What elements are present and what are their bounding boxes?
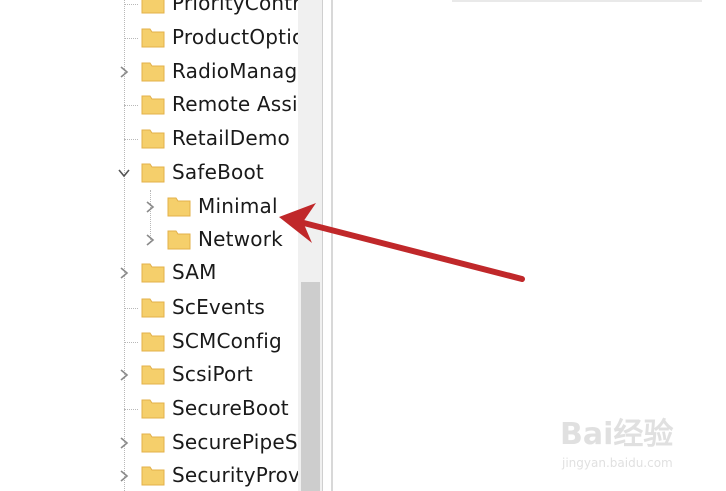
tree-item-label: RetailDemo xyxy=(172,126,290,150)
tree-item-label: Remote Assistance xyxy=(172,92,298,116)
tree-item-safeboot[interactable]: SafeBoot xyxy=(0,156,298,190)
values-pane-header-edge xyxy=(452,0,702,2)
pane-divider[interactable] xyxy=(322,0,323,491)
tree-item-retaildemo[interactable]: RetailDemo xyxy=(0,122,298,156)
watermark-url: jingyan.baidu.com xyxy=(562,456,673,470)
tree-item-label: SecurityProviders xyxy=(172,463,298,487)
tree-item-label: ProductOptions xyxy=(172,25,298,49)
tree-item-label: PriorityControl xyxy=(172,0,298,15)
chevron-right-icon[interactable] xyxy=(117,436,131,450)
tree-guide-branch xyxy=(124,342,138,343)
chevron-right-icon[interactable] xyxy=(117,65,131,79)
tree-guide-branch xyxy=(124,38,138,39)
tree-item-secureboot[interactable]: SecureBoot xyxy=(0,392,298,426)
tree-item-label: SCMConfig xyxy=(172,329,282,353)
folder-icon xyxy=(141,332,165,352)
tree-guide-branch xyxy=(124,139,138,140)
folder-icon xyxy=(167,197,191,217)
tree-item-label: RadioManagement xyxy=(172,59,298,83)
tree-item-remote-assistance[interactable]: Remote Assistance xyxy=(0,88,298,122)
watermark-logo: Bai经验 xyxy=(560,417,674,452)
tree-item-label: SafeBoot xyxy=(172,160,264,184)
tree-item-label: SecureBoot xyxy=(172,396,289,420)
tree-item-network[interactable]: Network xyxy=(0,223,298,257)
registry-tree: PriorityControl ProductOptions RadioMana… xyxy=(0,0,298,491)
pane-divider-border xyxy=(331,0,333,491)
tree-guide-branch xyxy=(124,4,138,5)
folder-icon xyxy=(167,230,191,250)
tree-item-scevents[interactable]: ScEvents xyxy=(0,291,298,325)
tree-item-securepipeservers[interactable]: SecurePipeServers xyxy=(0,426,298,460)
tree-item-label: ScsiPort xyxy=(172,362,253,386)
tree-item-scmconfig[interactable]: SCMConfig xyxy=(0,325,298,359)
folder-icon xyxy=(141,399,165,419)
tree-item-scsiport[interactable]: ScsiPort xyxy=(0,358,298,392)
folder-icon xyxy=(141,263,165,283)
tree-guide-branch xyxy=(124,308,138,309)
tree-item-label: ScEvents xyxy=(172,295,266,319)
chevron-right-icon[interactable] xyxy=(117,469,131,483)
folder-icon xyxy=(141,129,165,149)
tree-item-label: SecurePipeServers xyxy=(172,430,298,454)
folder-icon xyxy=(141,433,165,453)
folder-icon xyxy=(141,95,165,115)
folder-icon xyxy=(141,0,165,14)
folder-icon xyxy=(141,163,165,183)
tree-item-minimal[interactable]: Minimal xyxy=(0,190,298,224)
tree-item-label: Network xyxy=(198,227,283,251)
chevron-down-icon[interactable] xyxy=(117,166,131,180)
tree-item-radiomanagement[interactable]: RadioManagement xyxy=(0,55,298,89)
chevron-right-icon[interactable] xyxy=(117,368,131,382)
tree-item-label: SAM xyxy=(172,260,217,284)
folder-icon xyxy=(141,298,165,318)
tree-guide-branch xyxy=(124,409,138,410)
folder-icon xyxy=(141,28,165,48)
tree-item-label: Minimal xyxy=(198,194,278,218)
tree-item-securityproviders[interactable]: SecurityProviders xyxy=(0,459,298,491)
tree-guide-branch xyxy=(124,105,138,106)
chevron-right-icon[interactable] xyxy=(117,266,131,280)
tree-item-productoptions[interactable]: ProductOptions xyxy=(0,21,298,55)
tree-item-prioritycontrol[interactable]: PriorityControl xyxy=(0,0,298,21)
folder-icon xyxy=(141,62,165,82)
chevron-right-icon[interactable] xyxy=(143,233,157,247)
tree-item-sam[interactable]: SAM xyxy=(0,256,298,290)
chevron-right-icon[interactable] xyxy=(143,200,157,214)
folder-icon xyxy=(141,466,165,486)
watermark: Bai经验 jingyan.baidu.com xyxy=(560,418,710,480)
tree-scrollbar-thumb[interactable] xyxy=(301,282,320,491)
folder-icon xyxy=(141,365,165,385)
